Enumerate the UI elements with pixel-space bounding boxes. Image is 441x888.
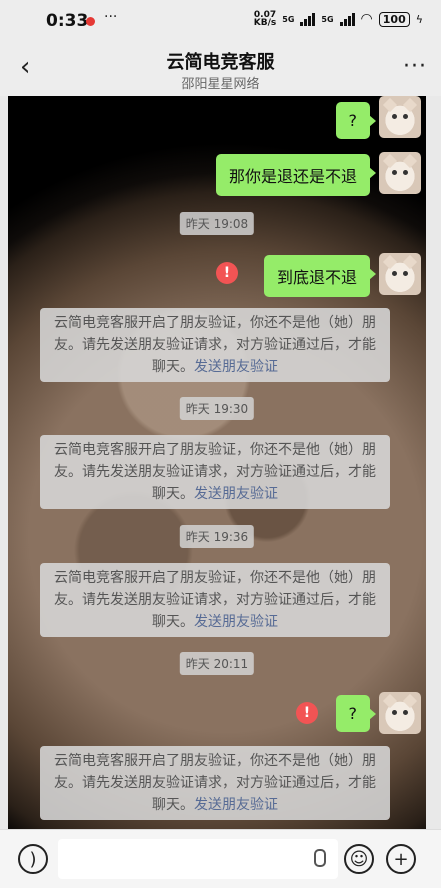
timestamp: 昨天 19:08	[179, 212, 255, 235]
chat-subtitle: 邵阳星星网络	[181, 77, 260, 92]
send-failed-icon[interactable]: !	[216, 262, 238, 284]
chat-title: 云简电竞客服	[166, 52, 275, 73]
input-bar: ) ☺ +	[0, 829, 441, 888]
send-verification-link[interactable]: 发送朋友验证	[194, 486, 278, 502]
avatar[interactable]	[379, 96, 421, 138]
status-bar: 0:33 ··· 0.07 KB/s 5G 5G ◠ 100 ϟ	[0, 0, 441, 42]
message-bubble[interactable]: ?	[335, 695, 376, 732]
message-bubble[interactable]: 到底退不退	[263, 255, 377, 297]
wifi-icon: ◠	[360, 11, 373, 27]
send-verification-link[interactable]: 发送朋友验证	[194, 359, 278, 375]
notification-dot-icon	[86, 17, 95, 26]
clock: 0:33	[46, 11, 89, 31]
battery-icon: 100	[378, 11, 410, 27]
more-notifications-icon: ···	[104, 9, 118, 25]
system-notice: 云简电竞客服开启了朋友验证，你还不是他（她）朋友。请先发送朋友验证请求，对方验证…	[40, 435, 390, 509]
network-type-2: 5G	[321, 14, 334, 24]
system-notice: 云简电竞客服开启了朋友验证，你还不是他（她）朋友。请先发送朋友验证请求，对方验证…	[40, 746, 390, 820]
send-verification-link[interactable]: 发送朋友验证	[194, 614, 278, 630]
timestamp: 昨天 19:30	[179, 397, 255, 420]
more-options-icon[interactable]: ···	[403, 54, 427, 79]
chat-area[interactable]: ? 那你是退还是不退 昨天 19:08 ! 到底退不退 云简电竞客服开启了朋友验…	[8, 96, 426, 829]
timestamp: 昨天 20:11	[179, 652, 255, 675]
microphone-icon[interactable]	[314, 849, 326, 867]
chat-header: ‹ 云简电竞客服 邵阳星星网络 ···	[0, 42, 441, 96]
message-bubble[interactable]: 那你是退还是不退	[215, 154, 377, 196]
system-notice: 云简电竞客服开启了朋友验证，你还不是他（她）朋友。请先发送朋友验证请求，对方验证…	[40, 563, 390, 637]
message-bubble[interactable]: ?	[335, 102, 376, 139]
charging-icon: ϟ	[415, 12, 423, 26]
send-verification-link[interactable]: 发送朋友验证	[194, 797, 278, 813]
system-notice: 云简电竞客服开启了朋友验证，你还不是他（她）朋友。请先发送朋友验证请求，对方验证…	[40, 308, 390, 382]
add-attachment-icon[interactable]: +	[386, 844, 416, 874]
message-input[interactable]	[58, 839, 338, 879]
emoji-icon[interactable]: ☺	[344, 844, 374, 874]
signal-icon-2	[339, 12, 355, 26]
voice-input-icon[interactable]: )	[18, 844, 48, 874]
network-type-1: 5G	[282, 14, 295, 24]
status-icons: 0.07 KB/s 5G 5G ◠ 100 ϟ	[253, 10, 423, 28]
timestamp: 昨天 19:36	[179, 525, 255, 548]
send-failed-icon[interactable]: !	[296, 702, 318, 724]
avatar[interactable]	[379, 152, 421, 194]
avatar[interactable]	[379, 253, 421, 295]
network-speed: 0.07 KB/s	[253, 10, 277, 28]
signal-icon	[300, 12, 316, 26]
avatar[interactable]	[379, 692, 421, 734]
